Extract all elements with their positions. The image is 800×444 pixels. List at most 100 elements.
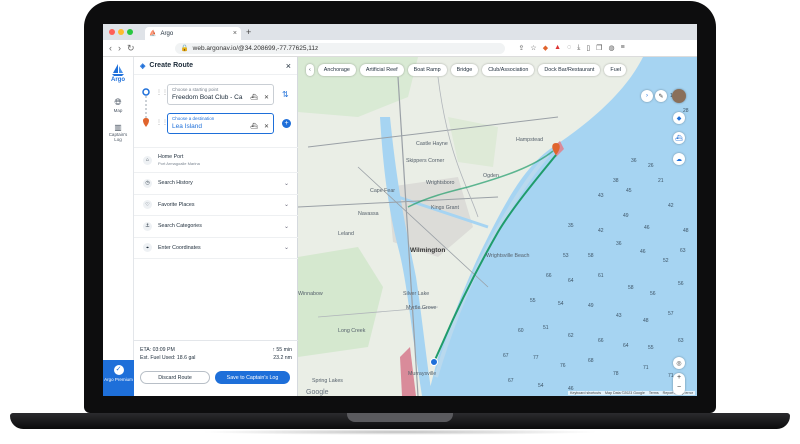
chip-club-association[interactable]: Club/Association <box>482 64 535 76</box>
map-label: Myrtle Grove <box>406 305 436 311</box>
extension-icon[interactable]: ◆ <box>543 44 548 52</box>
category-chips: ‹ Anchorage Artificial Reef Boat Ramp Br… <box>298 63 627 77</box>
chat-icon[interactable]: ◌ <box>567 44 571 52</box>
depth-sounding: 61 <box>598 273 604 279</box>
tab-close-icon[interactable]: × <box>233 30 237 37</box>
chip-artificial-reef[interactable]: Artificial Reef <box>359 64 404 76</box>
chips-next-button[interactable]: › <box>641 90 653 102</box>
depth-sounding: 63 <box>678 338 684 344</box>
forward-button[interactable]: › <box>118 43 121 53</box>
bookmark-icon[interactable]: ☆ <box>530 44 536 52</box>
depth-sounding: 42 <box>598 228 604 234</box>
depth-sounding: 60 <box>518 328 524 334</box>
home-port-title: Home Port <box>158 154 184 160</box>
clear-icon[interactable]: ✕ <box>264 94 269 101</box>
rail-item-captains-log[interactable]: ▥ Captain's Log <box>103 123 133 142</box>
list-item-search-categories[interactable]: ⚓︎ Search Categories ⌄ <box>134 216 298 238</box>
laptop-frame: ⛵ Argo × + ‹ › ↻ 🔒 web.argonav.io/@34.20… <box>0 0 800 444</box>
list-item-enter-coordinates[interactable]: ⌖ Enter Coordinates ⌄ <box>134 238 298 259</box>
boat-mode-icon[interactable]: ⛴︎ <box>673 132 685 144</box>
depth-sounding: 78 <box>613 371 619 377</box>
chip-bridge[interactable]: Bridge <box>450 64 479 76</box>
laptop-notch <box>347 413 453 422</box>
app-nav-rail: Argo 🌐︎ Map ▥ Captain's Log ✓ Argo Premi… <box>103 57 134 396</box>
chips-prev-button[interactable]: ‹ <box>306 64 314 76</box>
destination-field[interactable]: Choose a destination Lea Island ⛴︎ ✕ <box>167 113 274 134</box>
download-icon[interactable]: ⤓ <box>577 44 580 52</box>
avatar[interactable] <box>672 89 686 103</box>
depth-sounding: 38 <box>613 178 619 184</box>
back-button[interactable]: ‹ <box>109 43 112 53</box>
chip-boat-ramp[interactable]: Boat Ramp <box>407 64 447 76</box>
book-icon: ▥ <box>114 123 122 132</box>
row-label: Search History <box>158 180 193 187</box>
swap-icon[interactable]: ⇅ <box>282 90 289 99</box>
copy-icon[interactable]: ❐ <box>596 44 602 52</box>
boat-icon[interactable]: ⛴︎ <box>250 123 258 130</box>
zoom-in-button[interactable]: + <box>673 373 685 383</box>
keyboard-shortcuts-link[interactable]: Keyboard shortcuts <box>570 391 601 395</box>
destination-label: Choose a destination <box>172 116 215 121</box>
zoom-out-button[interactable]: − <box>673 383 685 393</box>
depth-sounding: 35 <box>568 223 574 229</box>
new-tab-button[interactable]: + <box>246 27 251 37</box>
map-label: Skippers Corner <box>406 158 445 164</box>
start-point-field[interactable]: Choose a starting point Freedom Boat Clu… <box>167 84 274 105</box>
depth-sounding: 58 <box>588 253 594 259</box>
boat-icon[interactable]: ⛴︎ <box>250 94 258 101</box>
browser-urlbar: ‹ › ↻ 🔒 web.argonav.io/@34.208699,-77.77… <box>103 40 697 57</box>
depth-sounding: 71 <box>643 365 649 371</box>
terms-link[interactable]: Terms <box>649 391 659 395</box>
route-icon: ◈ <box>140 62 146 70</box>
home-port-subtitle: Port Armagoalle Marina <box>158 161 200 166</box>
save-to-log-button[interactable]: Save to Captain's Log <box>215 371 290 384</box>
map-view[interactable]: Castle Hayne Skippers Corner Hampstead W… <box>298 57 697 396</box>
depth-sounding: 55 <box>648 345 654 351</box>
map-label: Wrightsville Beach <box>486 253 530 259</box>
layers-icon[interactable]: ◆ <box>673 112 685 124</box>
row-label: Search Categories <box>158 223 202 230</box>
map-label: Spring Lakes <box>312 378 343 384</box>
premium-badge[interactable]: ✓ Argo Premium <box>103 360 134 396</box>
depth-sounding: 51 <box>543 325 549 331</box>
chip-anchorage[interactable]: Anchorage <box>317 64 356 76</box>
laptop-shadow <box>200 429 600 435</box>
profile-icon[interactable]: ◍ <box>608 44 614 52</box>
address-bar[interactable]: 🔒 web.argonav.io/@34.208699,-77.77625,11… <box>174 42 505 54</box>
locate-me-icon[interactable]: ◎ <box>673 357 685 369</box>
reload-button[interactable]: ↻ <box>127 43 135 54</box>
edit-icon[interactable]: ✎ <box>655 90 667 102</box>
chip-fuel[interactable]: Fuel <box>604 64 627 76</box>
map-label: Navassa <box>358 211 379 217</box>
depth-sounding: 57 <box>668 311 674 317</box>
argo-logo[interactable]: Argo <box>103 63 133 83</box>
warning-icon[interactable]: ▲ <box>554 44 561 52</box>
map-label: Kings Grant <box>431 205 459 211</box>
eta-text: ETA: 03:09 PM <box>140 347 175 353</box>
tab-title: Argo <box>160 30 174 37</box>
depth-sounding: 67 <box>503 353 509 359</box>
list-item-search-history[interactable]: ◷ Search History ⌄ <box>134 173 298 195</box>
map-data-text: Map Data ©2023 Google <box>605 391 645 395</box>
maximize-window-button[interactable] <box>127 29 133 35</box>
depth-sounding: 63 <box>680 248 686 254</box>
url-text: web.argonav.io/@34.208699,-77.77625,11z <box>192 44 319 52</box>
add-stop-button[interactable]: + <box>282 119 291 128</box>
lock-icon: 🔒 <box>180 45 189 52</box>
home-port-row[interactable]: ⌂ Home Port Port Armagoalle Marina <box>134 148 298 173</box>
close-panel-button[interactable]: × <box>286 61 291 71</box>
share-icon[interactable]: ⇪ <box>519 44 525 52</box>
clear-icon[interactable]: ✕ <box>264 123 269 130</box>
menu-icon[interactable]: ≡ <box>621 44 625 52</box>
panel-title: Create Route <box>149 62 193 69</box>
sidebar-icon[interactable]: ▯ <box>586 44 590 52</box>
close-window-button[interactable] <box>109 29 115 35</box>
browser-tab[interactable]: ⛵ Argo × <box>145 27 241 40</box>
weather-icon[interactable]: ☁︎ <box>673 153 685 165</box>
rail-item-map[interactable]: 🌐︎ Map <box>103 97 133 113</box>
discard-route-button[interactable]: Discard Route <box>140 371 210 384</box>
minimize-window-button[interactable] <box>118 29 124 35</box>
list-item-favorite-places[interactable]: ♡ Favorite Places ⌄ <box>134 195 298 216</box>
globe-icon: 🌐︎ <box>114 97 122 107</box>
chip-dock-bar-restaurant[interactable]: Dock Bar/Restaurant <box>538 64 601 76</box>
